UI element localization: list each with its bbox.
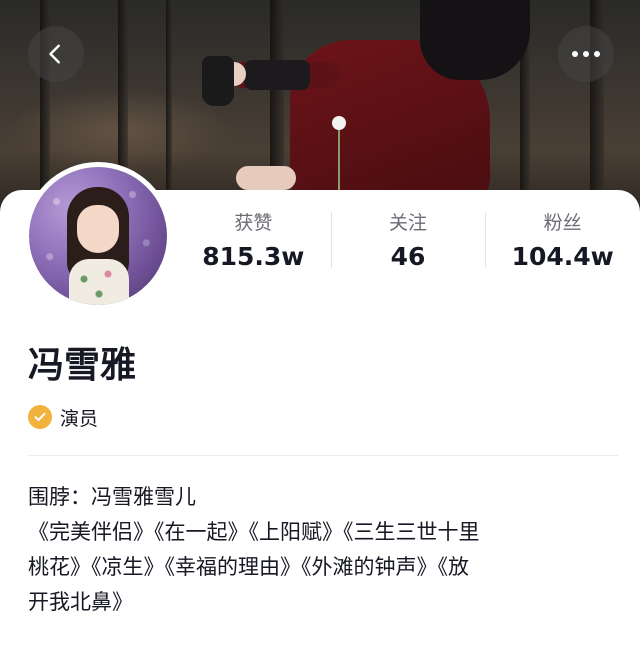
stat-label: 粉丝 — [543, 212, 582, 234]
bio-line: 开我北鼻》 — [28, 590, 133, 614]
avatar[interactable] — [24, 162, 172, 310]
divider — [28, 455, 618, 456]
stat-label: 获赞 — [234, 212, 273, 234]
stat-value: 815.3w — [202, 242, 305, 271]
profile-stats: 获赞 815.3w 关注 46 粉丝 104.4w — [176, 210, 640, 271]
stat-followers[interactable]: 粉丝 104.4w — [485, 210, 640, 271]
verified-check-icon — [28, 405, 52, 429]
more-button[interactable] — [558, 26, 614, 82]
bio-line: 《完美伴侣》《在一起》《上阳赋》《三生三世十里 — [28, 520, 480, 544]
back-button[interactable] — [28, 26, 84, 82]
bio-line: 桃花》《凉生》《幸福的理由》《外滩的钟声》《放 — [28, 555, 469, 579]
stat-following[interactable]: 关注 46 — [330, 210, 486, 271]
stat-value: 46 — [390, 242, 426, 271]
profile-bio: 围脖：冯雪雅雪儿 《完美伴侣》《在一起》《上阳赋》《三生三世十里 桃花》《凉生》… — [28, 480, 620, 620]
chevron-left-icon — [49, 44, 60, 64]
stat-value: 104.4w — [511, 242, 614, 271]
bio-line: 围脖：冯雪雅雪儿 — [28, 485, 196, 509]
stat-label: 关注 — [389, 212, 428, 234]
stat-likes[interactable]: 获赞 815.3w — [176, 210, 331, 271]
verification-label: 演员 — [60, 407, 99, 430]
avatar-image — [29, 167, 167, 305]
profile-name: 冯雪雅 — [28, 345, 137, 386]
verification-badge: 演员 — [28, 404, 98, 430]
more-horizontal-icon — [572, 51, 600, 57]
